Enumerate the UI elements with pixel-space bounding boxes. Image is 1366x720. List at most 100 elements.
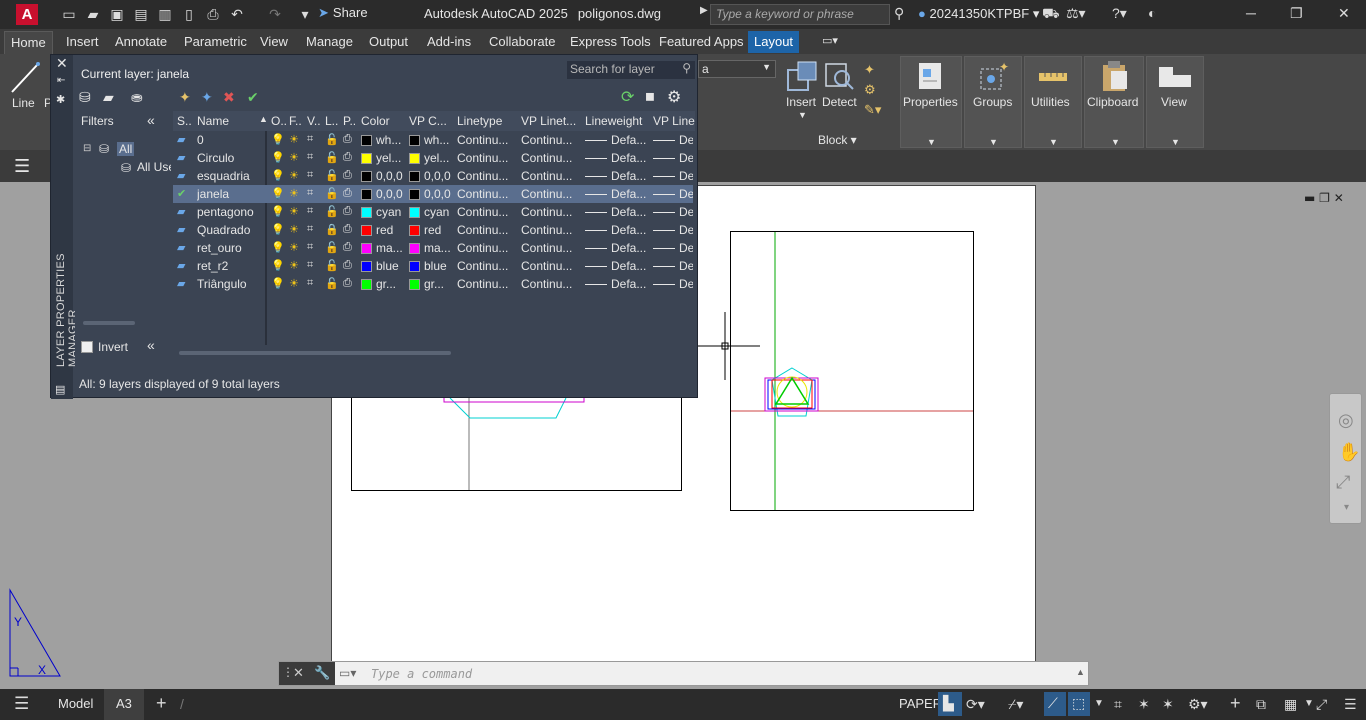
groups-group[interactable]: ✦ Groups ▼ [964, 56, 1022, 148]
autocad-app-icon[interactable]: A [16, 4, 38, 25]
vp-color-swatch[interactable] [409, 279, 420, 290]
chevron-down-icon[interactable]: ▾ [1344, 502, 1349, 513]
tab-view[interactable]: View [260, 34, 288, 49]
vp-freeze-icon[interactable]: ⌗ [307, 205, 313, 218]
new-layer-vp-frozen-icon[interactable]: ✦ [201, 89, 213, 106]
user-account[interactable]: ● 20241350KTPBF ▾ [918, 6, 1039, 22]
layer-name[interactable]: esquadria [197, 169, 267, 183]
on-bulb-icon[interactable]: 💡 [271, 187, 285, 200]
auto-scale-icon[interactable]: ✶ [1162, 696, 1174, 713]
save-as-icon[interactable]: ▤ [132, 5, 150, 23]
cart-icon[interactable]: ⛟ [1042, 5, 1060, 24]
thaw-sun-icon[interactable]: ☀ [289, 133, 299, 146]
pan-hand-icon[interactable]: ✋ [1338, 442, 1360, 463]
layer-row[interactable]: ✔ janela 💡 ☀ ⌗ 🔓 ⎙ 0,0,0 0,0,0 Continu... Continu.… [173, 185, 693, 203]
plot-printer-icon[interactable]: ⎙ [343, 187, 352, 200]
annotation-visibility-icon[interactable]: ✶ [1138, 696, 1150, 713]
settings-gear-icon[interactable]: ⚙ [667, 87, 681, 107]
add-layout-icon[interactable]: + [156, 693, 167, 714]
new-layer-icon[interactable]: ✦ [179, 89, 191, 106]
units-icon[interactable]: ⧉ [1256, 696, 1266, 713]
linetype[interactable]: Continu... [457, 151, 519, 165]
share-button[interactable]: ➤ Share [318, 5, 368, 21]
vp-linetype[interactable]: Continu... [521, 133, 583, 147]
tab-add-ins[interactable]: Add-ins [427, 34, 471, 49]
zoom-extents-icon[interactable]: ⤢ [1336, 472, 1350, 493]
steering-wheel-icon[interactable]: ◎ [1338, 410, 1354, 431]
vp-color-name[interactable]: wh... [424, 133, 454, 147]
collapse-filters-icon[interactable]: « [147, 337, 155, 353]
vp-color-name[interactable]: cyan [424, 205, 454, 219]
vp-freeze-icon[interactable]: ⌗ [307, 277, 313, 290]
layer-row[interactable]: ▰ pentagono 💡 ☀ ⌗ 🔓 ⎙ cyan cyan Continu... Continu… [173, 203, 693, 221]
refresh-icon[interactable]: ⟳ [621, 87, 634, 107]
color-name[interactable]: wh... [376, 133, 408, 147]
color-swatch[interactable] [361, 243, 372, 254]
thaw-sun-icon[interactable]: ☀ [289, 187, 299, 200]
vp-linetype[interactable]: Continu... [521, 205, 583, 219]
thaw-sun-icon[interactable]: ☀ [289, 277, 299, 290]
color-name[interactable]: 0,0,0 [376, 169, 408, 183]
lineweight[interactable]: Defa... [611, 205, 649, 219]
col-color[interactable]: Color [361, 114, 390, 128]
invert-checkbox[interactable] [81, 341, 93, 353]
vp-color-swatch[interactable] [409, 171, 420, 182]
linetype[interactable]: Continu... [457, 205, 519, 219]
linetype[interactable]: Continu... [457, 241, 519, 255]
vp-freeze-icon[interactable]: ⌗ [307, 241, 313, 254]
color-name[interactable]: ma... [376, 241, 408, 255]
line-tool-icon[interactable] [10, 60, 40, 96]
command-line[interactable]: ⋮ ✕ 🔧 ▭▾ Type a command ▲ [278, 661, 1089, 686]
tab-parametric[interactable]: Parametric [184, 34, 247, 49]
vp-lineweight[interactable]: De [679, 133, 693, 147]
annotation-monitor-icon[interactable]: + [1230, 693, 1241, 714]
layer-row[interactable]: ▰ Quadrado 💡 ☀ ⌗ 🔒 ⎙ red red Continu... Continu...… [173, 221, 693, 239]
layer-name[interactable]: ret_ouro [197, 241, 267, 255]
maximize-icon[interactable]: ❐ [1290, 5, 1303, 22]
tree-collapse-icon[interactable]: ⊟ [83, 143, 91, 154]
color-name[interactable]: gr... [376, 277, 408, 291]
plot-icon[interactable]: ⎙ [204, 5, 222, 23]
tab-home[interactable]: Home [4, 31, 53, 54]
unlocked-icon[interactable]: 🔓 [325, 151, 339, 164]
plot-printer-icon[interactable]: ⎙ [343, 205, 352, 218]
vp-lineweight[interactable]: De [679, 223, 693, 237]
vp-lineweight[interactable]: De [679, 205, 693, 219]
vp-linetype[interactable]: Continu... [521, 151, 583, 165]
polar-tracking-icon[interactable]: ⟳▾ [966, 696, 985, 713]
vp-lineweight[interactable]: De [679, 169, 693, 183]
hamburger-menu-icon[interactable]: ☰ [14, 156, 30, 177]
lineweight[interactable]: Defa... [611, 241, 649, 255]
locked-icon[interactable]: 🔒 [325, 223, 339, 236]
publish-icon[interactable]: ▯ [180, 5, 198, 23]
unlocked-icon[interactable]: 🔓 [325, 259, 339, 272]
filter-all[interactable]: All [117, 142, 135, 156]
block-group-label[interactable]: Block ▾ [818, 133, 857, 147]
vp-linetype[interactable]: Continu... [521, 223, 583, 237]
panel-autohide-icon[interactable]: ⇤ [57, 75, 65, 86]
col-vp-lineweight[interactable]: VP Line [653, 114, 695, 128]
lineweight[interactable]: Defa... [611, 259, 649, 273]
layer-name[interactable]: Quadrado [197, 223, 267, 237]
vp-freeze-icon[interactable]: ⌗ [307, 259, 313, 272]
layer-row[interactable]: ▰ 0 💡 ☀ ⌗ 🔓 ⎙ wh... wh... Continu... Continu... Def… [173, 131, 693, 149]
vp-color-swatch[interactable] [409, 225, 420, 236]
tab-manage[interactable]: Manage [306, 34, 353, 49]
vp-lineweight[interactable]: De [679, 151, 693, 165]
color-name[interactable]: cyan [376, 205, 408, 219]
navigation-bar[interactable]: ◎ ✋ ⤢ ▾ [1329, 393, 1362, 524]
view-group[interactable]: View ▼ [1146, 56, 1204, 148]
customization-menu-icon[interactable]: ☰ [1344, 696, 1357, 713]
color-swatch[interactable] [361, 279, 372, 290]
unlocked-icon[interactable]: 🔓 [325, 205, 339, 218]
color-name[interactable]: blue [376, 259, 408, 273]
plot-printer-icon[interactable]: ⎙ [343, 169, 352, 182]
new-group-filter-icon[interactable]: ▰ [103, 89, 114, 106]
vp-linetype[interactable]: Continu... [521, 187, 583, 201]
color-name[interactable]: red [376, 223, 408, 237]
plot-printer-icon[interactable]: ⎙ [343, 223, 352, 236]
on-bulb-icon[interactable]: 💡 [271, 133, 285, 146]
plot-printer-icon[interactable]: ⎙ [343, 259, 352, 272]
lineweight[interactable]: Defa... [611, 151, 649, 165]
vp-lineweight[interactable]: De [679, 277, 693, 291]
